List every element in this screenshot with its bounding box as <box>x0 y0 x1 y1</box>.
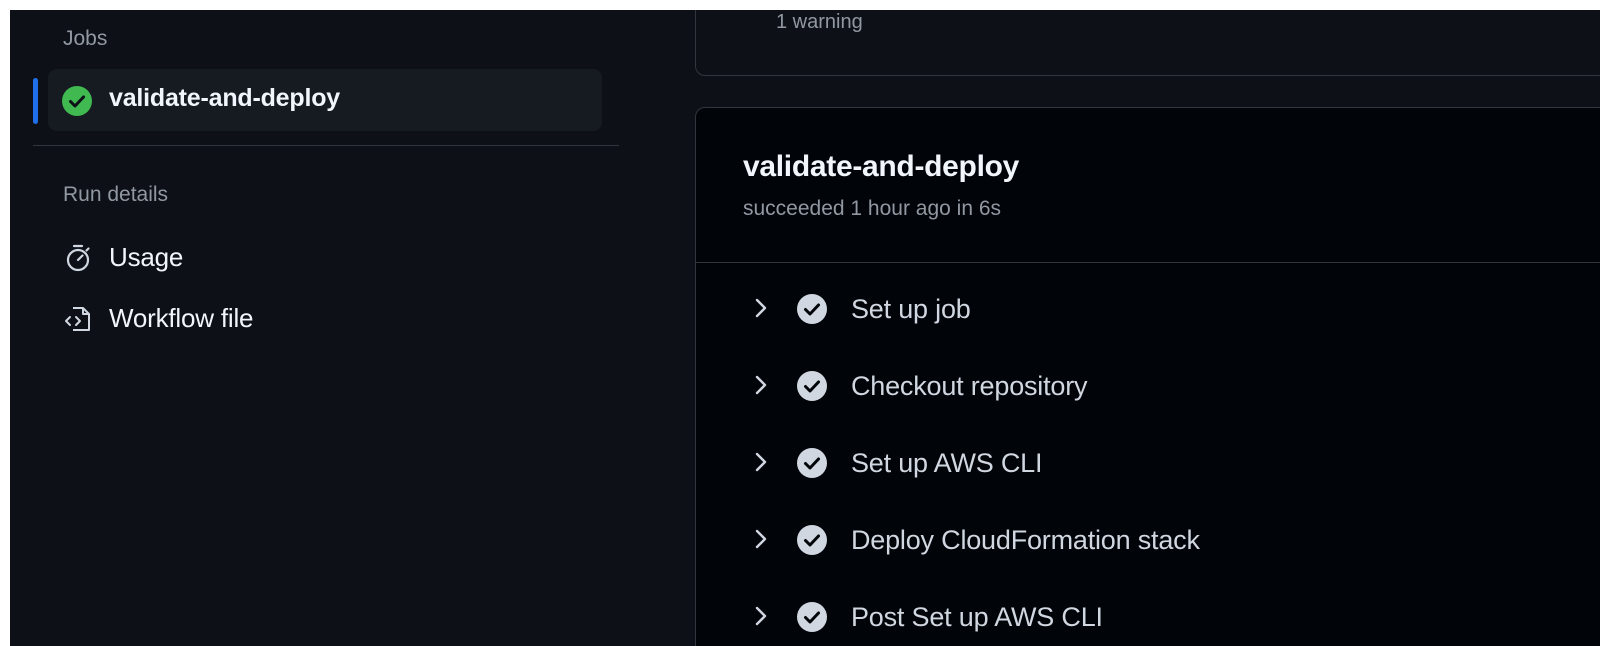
job-status-summary: succeeded 1 hour ago in 6s <box>743 197 1002 220</box>
check-circle-fill-icon <box>62 86 92 116</box>
step-row[interactable]: Post Set up AWS CLI <box>696 587 1600 646</box>
step-row[interactable]: Deploy CloudFormation stack <box>696 510 1600 570</box>
chevron-right-icon[interactable] <box>752 374 770 396</box>
check-circle-icon <box>797 525 827 555</box>
step-label: Post Set up AWS CLI <box>851 602 1103 632</box>
job-title: validate-and-deploy <box>743 150 1020 183</box>
step-row[interactable]: Checkout repository <box>696 356 1600 416</box>
sidebar-job-validate-and-deploy[interactable]: validate-and-deploy <box>48 69 602 131</box>
check-circle-icon <box>797 294 827 324</box>
chevron-right-icon[interactable] <box>752 528 770 550</box>
step-row[interactable]: Set up job <box>696 279 1600 339</box>
app-frame: Jobs validate-and-deploy Run details Usa… <box>10 10 1600 646</box>
sidebar-divider <box>33 145 619 146</box>
step-label: Deploy CloudFormation stack <box>851 525 1200 555</box>
chevron-right-icon[interactable] <box>752 605 770 627</box>
check-circle-icon <box>797 448 827 478</box>
chevron-right-icon[interactable] <box>752 451 770 473</box>
sidebar: Jobs validate-and-deploy Run details Usa… <box>10 10 685 646</box>
file-code-icon <box>65 307 90 331</box>
step-label: Checkout repository <box>851 371 1088 401</box>
stopwatch-icon <box>66 244 90 272</box>
run-details-section-label: Run details <box>63 183 169 206</box>
sidebar-item-label: Usage <box>109 242 184 272</box>
jobs-section-label: Jobs <box>63 27 108 50</box>
chevron-right-icon[interactable] <box>752 297 770 319</box>
step-label: Set up job <box>851 294 971 324</box>
step-row[interactable]: Set up AWS CLI <box>696 433 1600 493</box>
selected-job-indicator <box>33 78 38 124</box>
sidebar-item-usage[interactable]: Usage <box>63 237 603 277</box>
check-circle-icon <box>797 602 827 632</box>
sidebar-job-label: validate-and-deploy <box>109 84 340 112</box>
warning-count-text: 1 warning <box>776 11 863 33</box>
annotations-card: 1 warning <box>695 10 1600 76</box>
check-circle-icon <box>797 371 827 401</box>
step-label: Set up AWS CLI <box>851 448 1043 478</box>
sidebar-item-workflow-file[interactable]: Workflow file <box>63 298 603 338</box>
sidebar-item-label: Workflow file <box>109 303 254 333</box>
job-detail-panel: validate-and-deploy succeeded 1 hour ago… <box>695 107 1600 646</box>
job-header: validate-and-deploy succeeded 1 hour ago… <box>696 108 1600 263</box>
